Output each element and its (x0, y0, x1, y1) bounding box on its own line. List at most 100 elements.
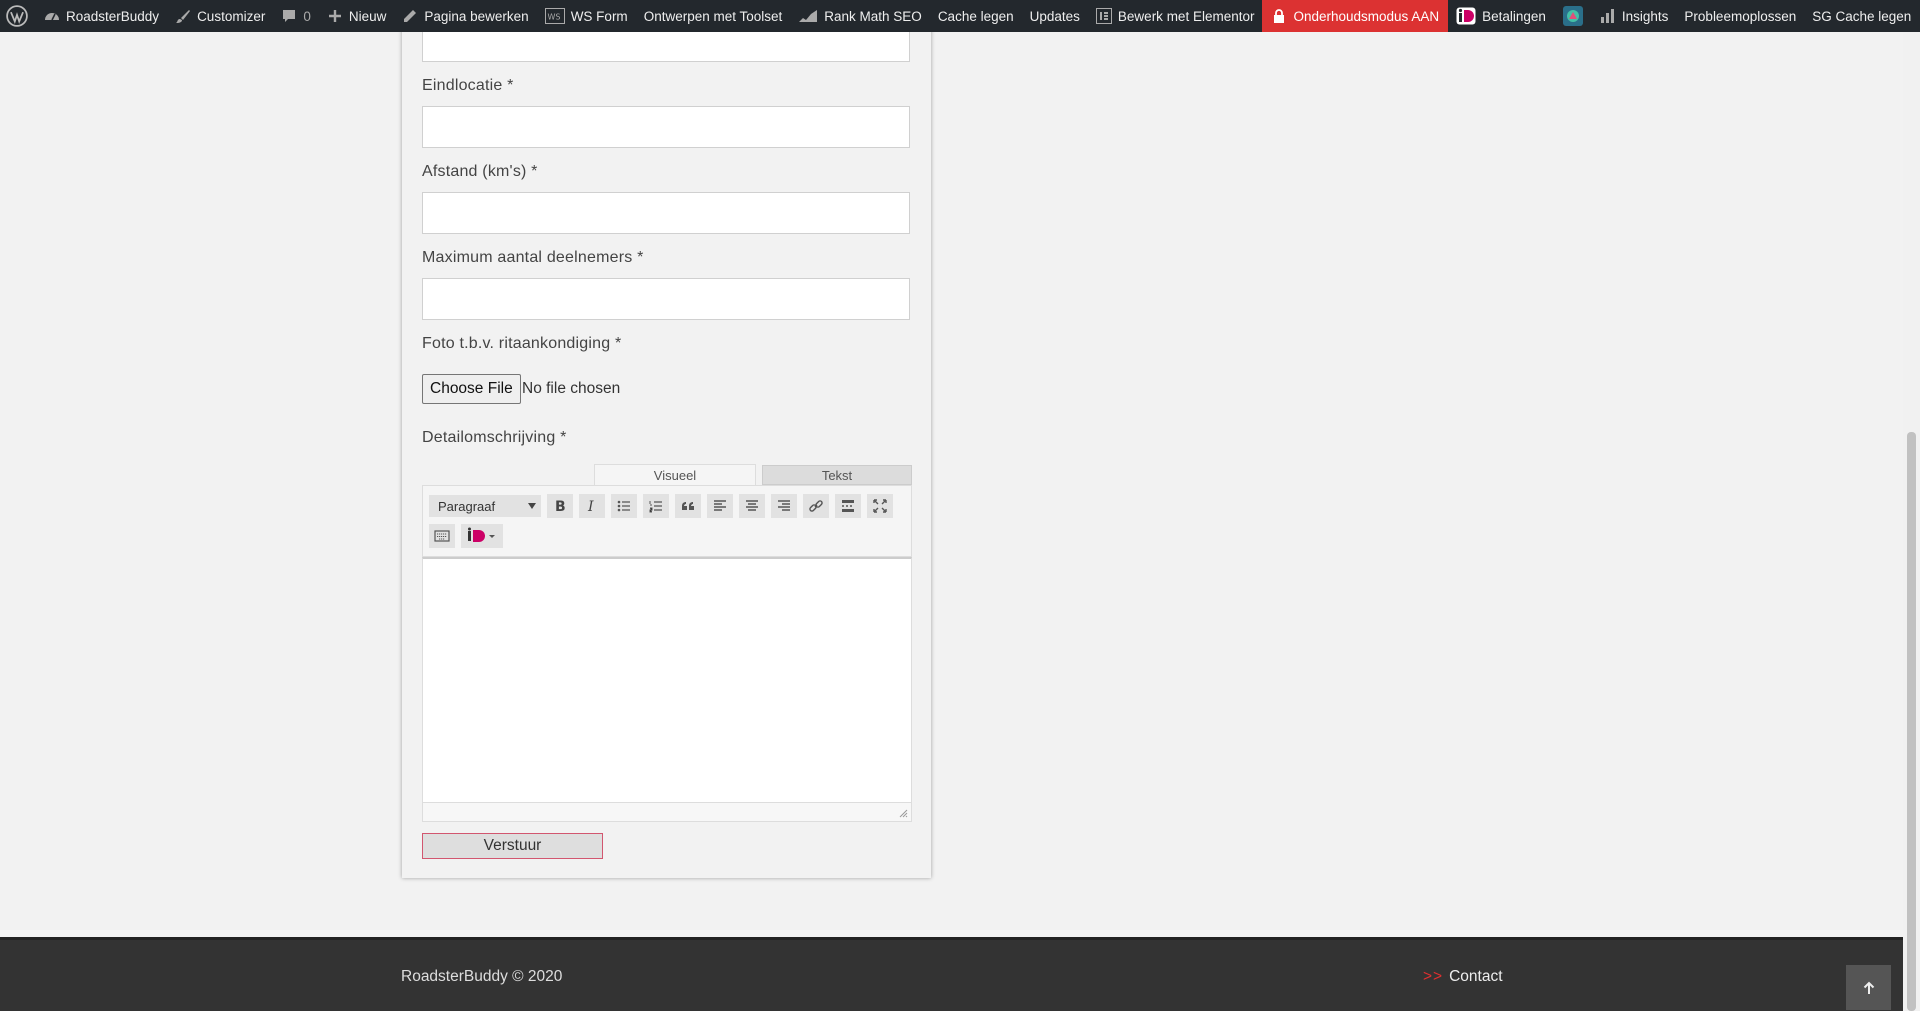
bold-button[interactable]: B (547, 494, 573, 518)
page-scrollbar[interactable] (1903, 32, 1920, 1011)
admin-bar-troubleshoot[interactable]: Probleemoplossen (1676, 0, 1804, 32)
submit-button[interactable]: Verstuur (422, 833, 603, 859)
admin-bar-toolset[interactable]: Ontwerpen met Toolset (636, 0, 791, 32)
admin-bar-site[interactable]: RoadsterBuddy (36, 0, 167, 32)
footer-contact-link[interactable]: >> Contact (1423, 968, 1503, 986)
editor-toolbar: Paragraaf B I (422, 485, 912, 557)
admin-bar-sg-cache-label: SG Cache legen (1812, 8, 1912, 24)
admin-bar-elementor[interactable]: Bewerk met Elementor (1088, 0, 1263, 32)
align-center-button[interactable] (739, 494, 765, 518)
admin-bar-cache[interactable]: Cache legen (930, 0, 1022, 32)
bar-chart-icon (1600, 8, 1616, 24)
insert-link-button[interactable] (803, 494, 829, 518)
admin-bar-edit-page[interactable]: Pagina bewerken (394, 0, 536, 32)
ideal-insert-button[interactable] (461, 524, 503, 548)
end-location-label: Eindlocatie * (422, 77, 514, 94)
admin-bar-ws-form[interactable]: WS WS Form (537, 0, 636, 32)
keyboard-icon (434, 530, 450, 542)
pencil-icon (402, 8, 418, 24)
svg-text:WS: WS (547, 13, 560, 22)
form-card: Eindlocatie * Afstand (km's) * Maximum a… (402, 0, 931, 878)
admin-bar-troubleshoot-label: Probleemoplossen (1684, 8, 1797, 24)
blockquote-button[interactable] (675, 494, 701, 518)
distance-label: Afstand (km's) * (422, 163, 538, 180)
admin-bar-insights-label: Insights (1621, 8, 1669, 24)
tab-visual[interactable]: Visueel (594, 464, 756, 486)
admin-bar: RoadsterBuddy Customizer 0 Nieuw Pagina … (0, 0, 1920, 32)
admin-bar-rank-math[interactable]: Rank Math SEO (790, 0, 930, 32)
admin-bar-updates-label: Updates (1029, 8, 1080, 24)
scroll-to-top-button[interactable] (1846, 965, 1891, 1010)
toolbar-toggle-button[interactable] (429, 524, 455, 548)
arrow-up-icon (1863, 981, 1874, 994)
dashboard-icon (44, 8, 60, 24)
admin-bar-toolset-label: Ontwerpen met Toolset (643, 8, 783, 24)
admin-bar-rank-math-label: Rank Math SEO (824, 8, 922, 24)
admin-bar-sg-cache[interactable]: SG Cache legen (1804, 0, 1919, 32)
admin-bar-comments-count: 0 (303, 8, 311, 24)
ideal-icon (1456, 7, 1476, 25)
lock-icon (1271, 8, 1287, 24)
read-more-button[interactable] (835, 494, 861, 518)
admin-bar-plugin[interactable] (1554, 0, 1592, 32)
bullet-list-button[interactable] (611, 494, 637, 518)
distance-input[interactable] (422, 192, 910, 234)
admin-bar-customizer-label: Customizer (197, 8, 266, 24)
admin-bar-wordpress[interactable] (0, 0, 36, 32)
admin-bar-elementor-label: Bewerk met Elementor (1117, 8, 1255, 24)
plus-icon (327, 8, 343, 24)
comment-icon (281, 8, 297, 24)
admin-bar-payments[interactable]: Betalingen (1448, 0, 1554, 32)
admin-bar-maintenance[interactable]: Onderhoudsmodus AAN (1262, 0, 1449, 32)
admin-bar-new[interactable]: Nieuw (319, 0, 395, 32)
description-label: Detailomschrijving * (422, 429, 567, 446)
max-participants-label: Maximum aantal deelnemers * (422, 249, 644, 266)
site-footer: RoadsterBuddy © 2020 >> Contact (0, 937, 1903, 1011)
footer-copyright: RoadsterBuddy © 2020 (401, 968, 563, 985)
admin-bar-new-label: Nieuw (348, 8, 387, 24)
admin-bar-site-label: RoadsterBuddy (66, 8, 160, 24)
plugin-icon (1562, 5, 1584, 27)
align-right-icon (778, 500, 790, 511)
format-select-value: Paragraaf (438, 498, 496, 514)
choose-file-button[interactable]: Choose File (422, 374, 521, 404)
align-left-icon (714, 500, 726, 511)
read-more-icon (842, 500, 854, 512)
scrollbar-thumb[interactable] (1907, 432, 1916, 1011)
svg-text:B: B (555, 499, 566, 515)
admin-bar-customizer[interactable]: Customizer (167, 0, 273, 32)
admin-bar-comments[interactable]: 0 (273, 0, 319, 32)
ideal-icon (468, 527, 495, 542)
link-icon (809, 500, 823, 512)
editor-status-bar (422, 803, 912, 822)
elementor-icon (1095, 8, 1112, 24)
max-participants-input[interactable] (422, 278, 910, 320)
chevron-down-icon (528, 503, 536, 509)
editor-content-area[interactable] (422, 557, 912, 803)
admin-bar-cache-label: Cache legen (937, 8, 1014, 24)
italic-button[interactable]: I (579, 494, 605, 518)
numbered-list-button[interactable] (643, 494, 669, 518)
bullet-list-icon (617, 500, 630, 512)
tab-text[interactable]: Tekst (762, 465, 912, 485)
rank-math-icon (798, 8, 818, 24)
numbered-list-icon (649, 501, 662, 513)
align-left-button[interactable] (707, 494, 733, 518)
double-chevron-icon: >> (1423, 968, 1444, 985)
resize-grip-icon[interactable] (899, 809, 908, 818)
quote-icon (682, 502, 694, 510)
fullscreen-icon (873, 499, 887, 513)
svg-text:I: I (587, 499, 594, 515)
admin-bar-insights[interactable]: Insights (1592, 0, 1677, 32)
file-status-text: No file chosen (522, 380, 621, 397)
fullscreen-button[interactable] (867, 494, 893, 518)
align-right-button[interactable] (771, 494, 797, 518)
admin-bar-updates[interactable]: Updates (1022, 0, 1088, 32)
admin-bar-ws-form-label: WS Form (570, 8, 628, 24)
admin-bar-payments-label: Betalingen (1482, 8, 1546, 24)
admin-bar-edit-page-label: Pagina bewerken (424, 8, 529, 24)
brush-icon (175, 8, 191, 24)
align-center-icon (746, 500, 758, 511)
format-select[interactable]: Paragraaf (429, 495, 541, 517)
end-location-input[interactable] (422, 106, 910, 148)
